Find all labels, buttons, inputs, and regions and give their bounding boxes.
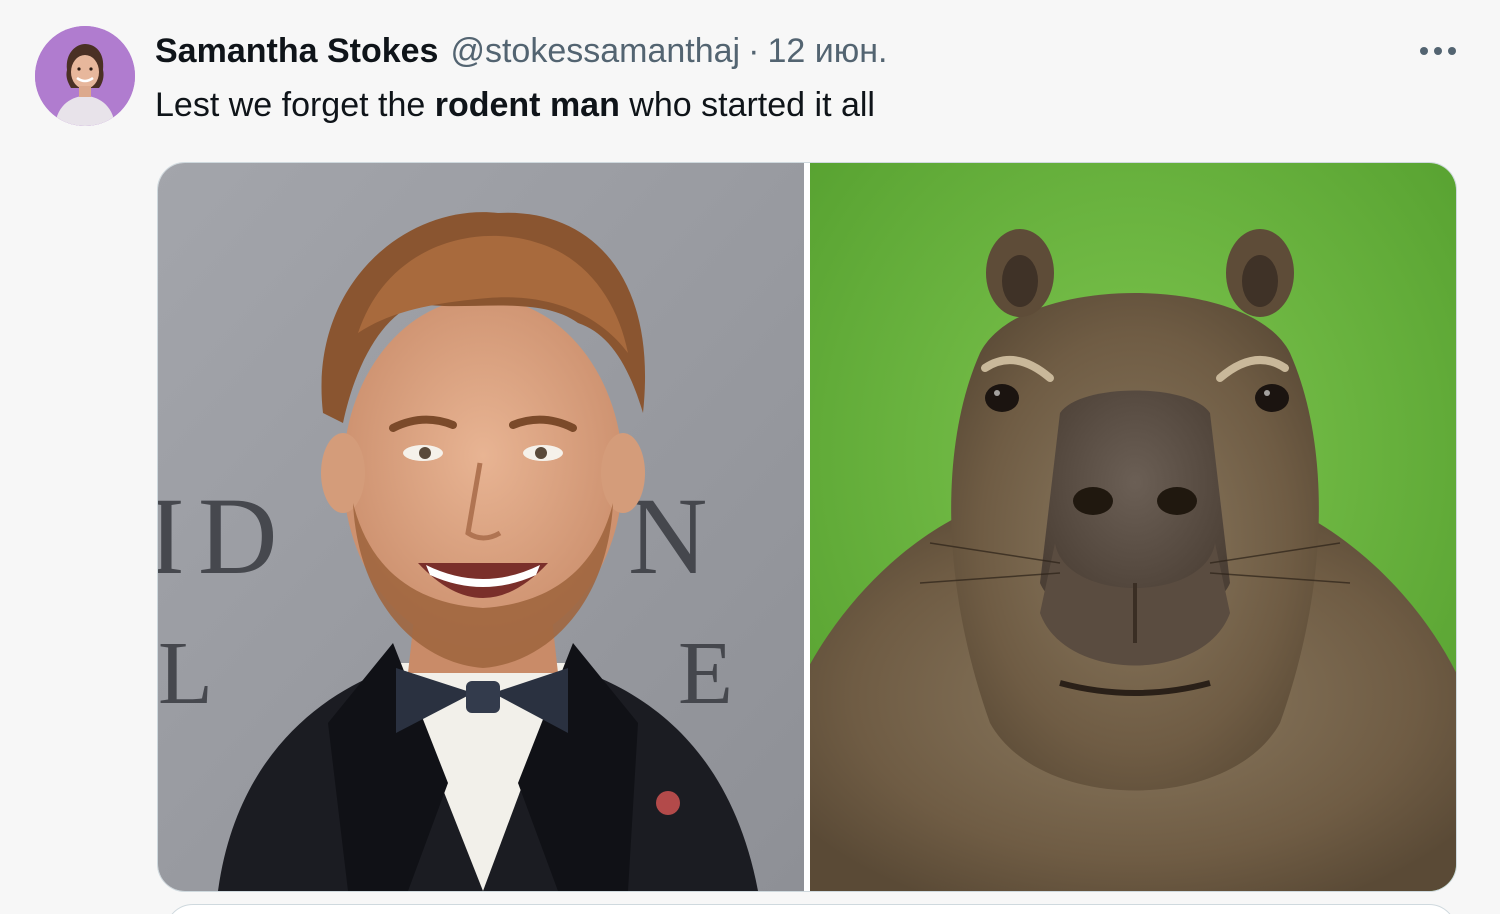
more-options-button[interactable] <box>1414 36 1462 66</box>
media-photo-left[interactable]: I D N L E <box>158 163 804 891</box>
capybara-photo <box>810 163 1456 891</box>
tweet-text-end: who started it all <box>619 86 875 124</box>
user-avatar-photo <box>35 26 135 126</box>
tweet-date[interactable]: 12 июн. <box>767 28 887 74</box>
svg-text:D: D <box>198 475 277 597</box>
tweet-text-start: Lest we forget the <box>155 86 435 124</box>
next-card-edge <box>165 904 1457 914</box>
header-separator: · <box>748 32 760 70</box>
author-avatar[interactable] <box>35 26 135 126</box>
tweet-media-grid: I D N L E <box>157 162 1457 892</box>
tweet-text: Lest we forget the rodent man who starte… <box>155 82 875 128</box>
man-in-tuxedo-photo: I D N L E <box>158 163 804 891</box>
author-display-name[interactable]: Samantha Stokes <box>155 28 438 74</box>
tweet-header: Samantha Stokes @stokessamanthaj · 12 ию… <box>155 28 887 74</box>
tweet-text-bold: rodent man <box>434 86 620 124</box>
svg-text:I: I <box>158 475 185 597</box>
more-horizontal-icon <box>1420 47 1456 55</box>
svg-text:E: E <box>678 624 733 723</box>
author-handle[interactable]: @stokessamanthaj <box>450 28 740 74</box>
tweet: Samantha Stokes @stokessamanthaj · 12 ию… <box>0 0 1500 914</box>
svg-text:L: L <box>158 624 213 723</box>
media-photo-right[interactable] <box>810 163 1456 891</box>
